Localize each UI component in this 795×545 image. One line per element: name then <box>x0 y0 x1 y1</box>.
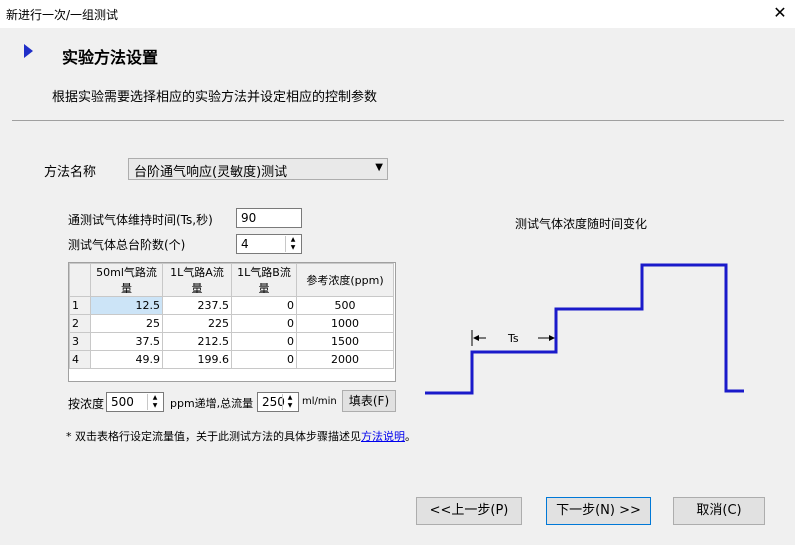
table-cell[interactable]: 500 <box>296 296 394 315</box>
row-number: 4 <box>69 350 91 369</box>
method-select[interactable]: 台阶通气响应(灵敏度)测试 ▼ <box>128 158 388 180</box>
steps-spin[interactable]: ▲ ▼ <box>285 236 300 252</box>
table-cell[interactable]: 1000 <box>296 314 394 333</box>
method-select-value: 台阶通气响应(灵敏度)测试 <box>134 165 288 180</box>
title-bar: 新进行一次/一组测试 ✕ <box>0 0 795 28</box>
table-cell[interactable]: 0 <box>231 350 297 369</box>
conc-stepper[interactable]: 500 ▲ ▼ <box>106 392 164 412</box>
ts-label: Ts <box>507 332 519 345</box>
hold-time-input[interactable]: 90 <box>236 208 302 228</box>
steps-value: 4 <box>241 237 249 251</box>
flow-table-container: 50ml气路流量 1L气路A流量 1L气路B流量 参考浓度(ppm) 1 12.5… <box>68 262 396 382</box>
table-header <box>69 263 91 297</box>
method-help-link[interactable]: 方法说明 <box>361 430 405 443</box>
window-title: 新进行一次/一组测试 <box>6 8 119 22</box>
spin-up-icon[interactable]: ▲ <box>148 394 162 402</box>
next-button[interactable]: 下一步(N) >> <box>546 497 651 525</box>
note-text: * 双击表格行设定流量值，关于此测试方法的具体步骤描述见方法说明。 <box>66 428 416 444</box>
table-header: 1L气路B流量 <box>231 263 297 297</box>
table-cell[interactable]: 1500 <box>296 332 394 351</box>
spin-down-icon[interactable]: ▼ <box>148 402 162 410</box>
table-cell[interactable]: 37.5 <box>90 332 163 351</box>
page-title: 实验方法设置 <box>62 48 159 67</box>
spin-down-icon[interactable]: ▼ <box>286 244 300 252</box>
play-arrow-icon <box>24 44 33 58</box>
chevron-down-icon: ▼ <box>375 162 383 173</box>
ppm-label: ppm递增,总流量 <box>170 397 254 410</box>
table-header: 1L气路A流量 <box>162 263 232 297</box>
table-cell[interactable]: 0 <box>231 314 297 333</box>
header-divider <box>12 120 784 121</box>
table-row[interactable]: 2 25 225 0 1000 <box>69 314 394 333</box>
table-empty-row <box>70 369 394 382</box>
table-cell[interactable]: 12.5 <box>90 296 163 315</box>
method-label: 方法名称 <box>44 165 97 180</box>
table-cell[interactable]: 49.9 <box>90 350 163 369</box>
table-cell[interactable]: 0 <box>231 296 297 315</box>
table-cell[interactable]: 25 <box>90 314 163 333</box>
conc-label: 按浓度 <box>68 397 105 411</box>
flow-stepper[interactable]: 250 ▲ ▼ <box>257 392 299 412</box>
table-header-row: 50ml气路流量 1L气路A流量 1L气路B流量 参考浓度(ppm) <box>69 263 394 297</box>
spin-up-icon[interactable]: ▲ <box>286 236 300 244</box>
page-subtitle: 根据实验需要选择相应的实验方法并设定相应的控制参数 <box>52 90 378 105</box>
spin-down-icon[interactable]: ▼ <box>283 402 297 410</box>
prev-button[interactable]: <<上一步(P) <box>416 497 522 525</box>
spin-up-icon[interactable]: ▲ <box>283 394 297 402</box>
table-cell[interactable]: 225 <box>162 314 232 333</box>
close-icon[interactable]: ✕ <box>770 3 790 23</box>
row-number: 1 <box>69 296 91 315</box>
diagram-title: 测试气体浓度随时间变化 <box>515 217 648 231</box>
concentration-diagram: Ts <box>425 263 744 395</box>
conc-value: 500 <box>111 395 134 409</box>
concentration-step-line <box>425 263 744 395</box>
conc-spin[interactable]: ▲ ▼ <box>147 394 162 410</box>
table-cell[interactable]: 212.5 <box>162 332 232 351</box>
table-cell[interactable]: 0 <box>231 332 297 351</box>
table-header: 参考浓度(ppm) <box>296 263 394 297</box>
hold-time-label: 通测试气体维持时间(Ts,秒) <box>68 213 213 227</box>
steps-stepper[interactable]: 4 ▲ ▼ <box>236 234 302 254</box>
note-prefix: * 双击表格行设定流量值，关于此测试方法的具体步骤描述见 <box>66 430 361 443</box>
row-number: 3 <box>69 332 91 351</box>
steps-label: 测试气体总台阶数(个) <box>68 238 186 252</box>
table-cell[interactable]: 237.5 <box>162 296 232 315</box>
table-cell[interactable]: 2000 <box>296 350 394 369</box>
note-suffix: 。 <box>405 430 416 443</box>
cancel-button[interactable]: 取消(C) <box>673 497 765 525</box>
table-row[interactable]: 1 12.5 237.5 0 500 <box>69 296 394 315</box>
table-header: 50ml气路流量 <box>90 263 163 297</box>
unit-label: ml/min <box>302 396 337 407</box>
flow-spin[interactable]: ▲ ▼ <box>282 394 297 410</box>
table-row[interactable]: 4 49.9 199.6 0 2000 <box>69 350 394 369</box>
row-number: 2 <box>69 314 91 333</box>
flow-table: 50ml气路流量 1L气路A流量 1L气路B流量 参考浓度(ppm) 1 12.5… <box>69 263 394 382</box>
table-cell[interactable]: 199.6 <box>162 350 232 369</box>
ts-left-arrowhead <box>473 335 479 341</box>
table-row[interactable]: 3 37.5 212.5 0 1500 <box>69 332 394 351</box>
ts-right-arrowhead <box>549 335 555 341</box>
fill-table-button[interactable]: 填表(F) <box>342 390 396 412</box>
